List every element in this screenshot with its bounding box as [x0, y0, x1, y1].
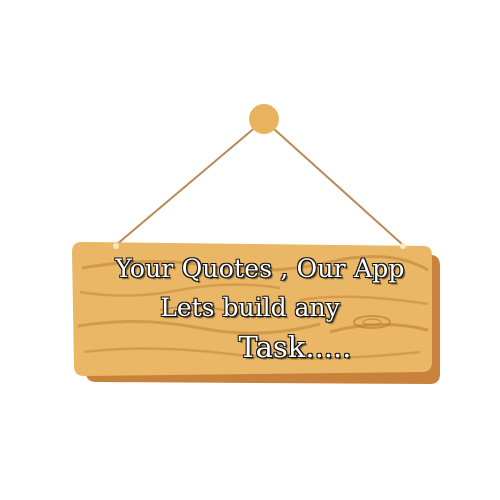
- sign-text-line-2: Lets build any: [160, 292, 341, 322]
- sign-text-line-1: Your Quotes , Our App: [115, 253, 405, 283]
- sign-text-line-3: Task.....: [238, 329, 352, 364]
- hanging-sign-scene: Your Quotes , Our App Lets build any Tas…: [0, 0, 500, 500]
- rope-icon: [115, 119, 404, 246]
- nail-icon: [249, 104, 279, 134]
- hanging-sign-art: [72, 104, 440, 384]
